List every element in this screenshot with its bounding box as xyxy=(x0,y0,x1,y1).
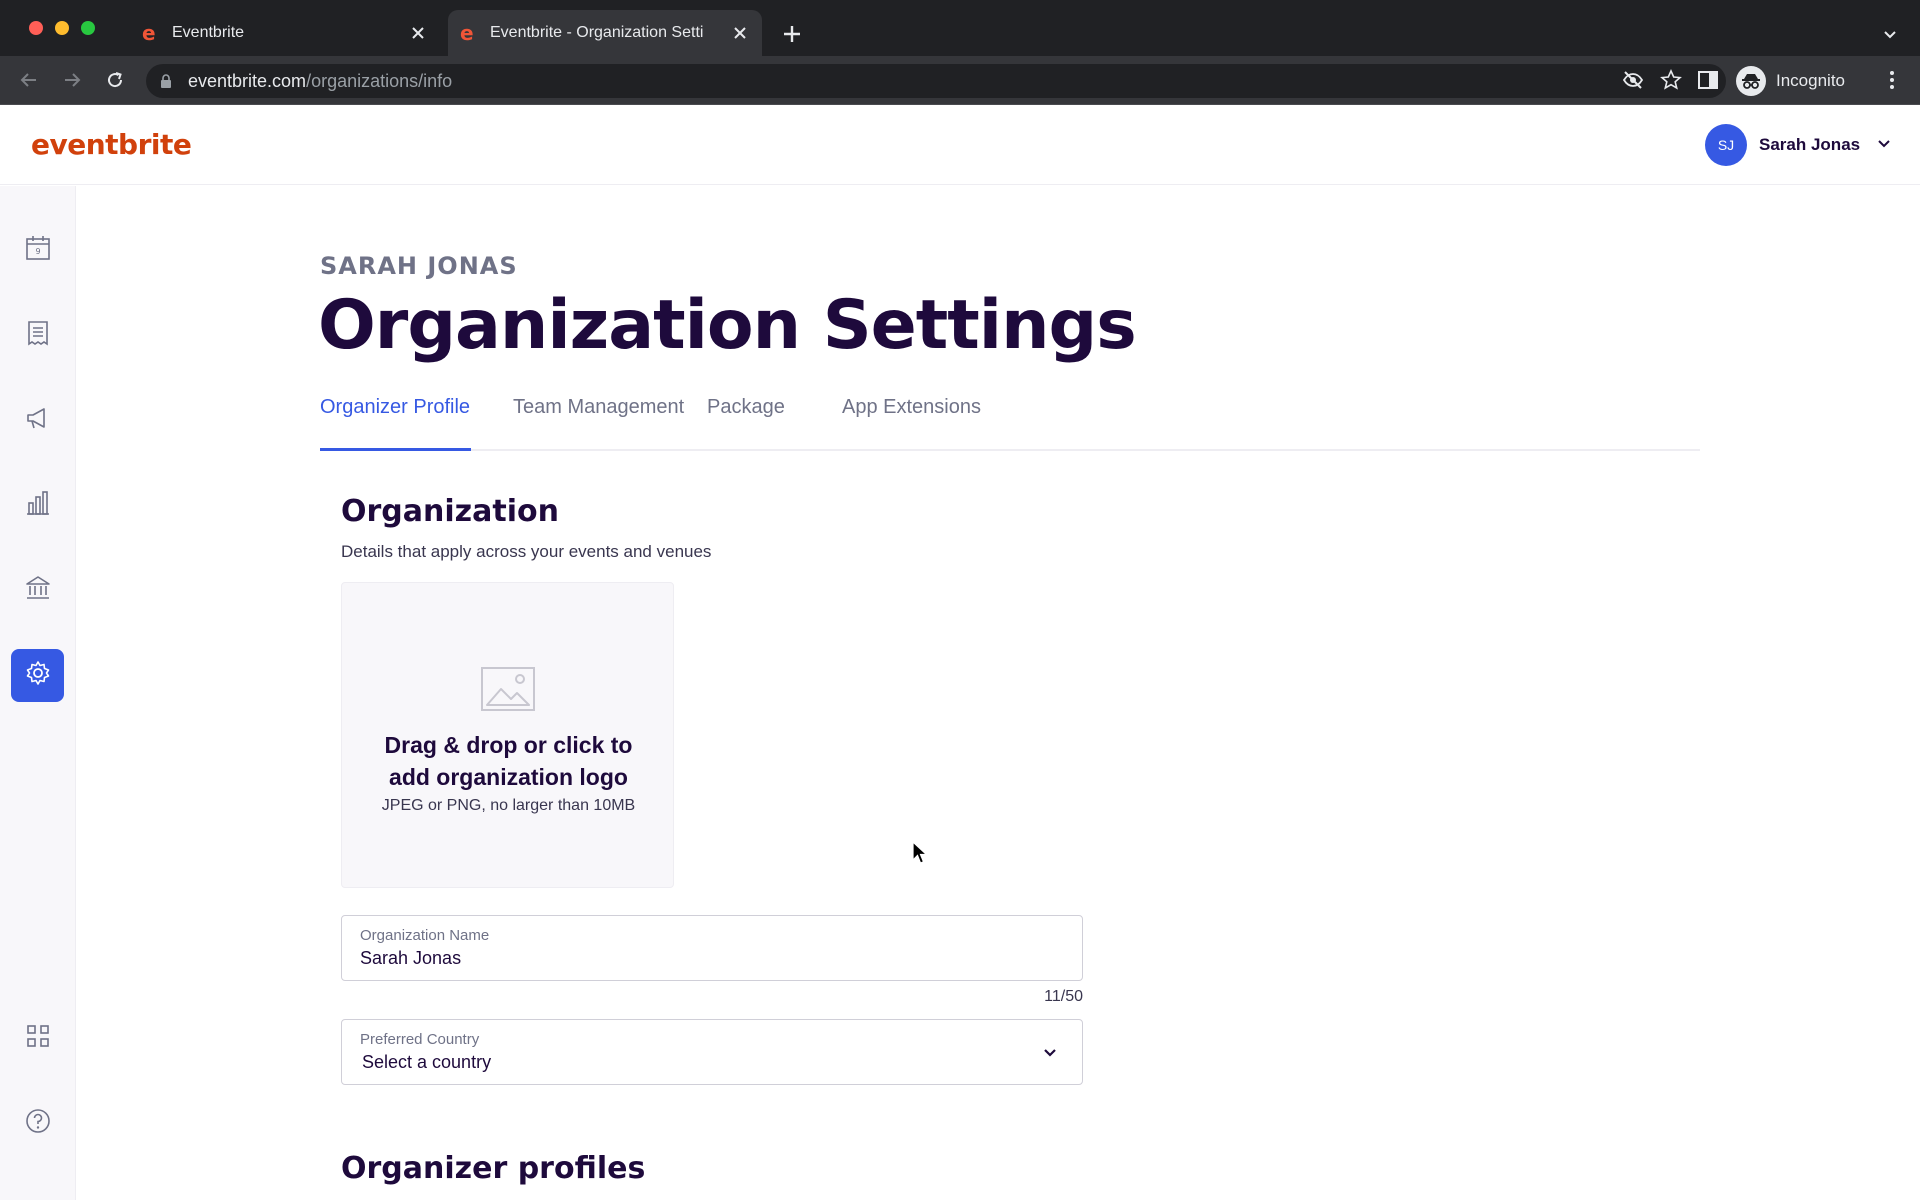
settings-tabs: Organizer Profile Team Management Packag… xyxy=(320,396,1700,451)
tab-search-chevron-icon[interactable] xyxy=(1878,22,1902,46)
character-counter: 11/50 xyxy=(1044,988,1083,1005)
incognito-profile-button[interactable]: Incognito xyxy=(1736,64,1845,98)
reports-bar-chart-icon xyxy=(24,489,52,522)
side-panel-icon[interactable] xyxy=(1696,68,1720,97)
sidebar-item-help[interactable] xyxy=(11,1097,64,1150)
window-minimize-button[interactable] xyxy=(55,21,69,35)
chevron-down-icon xyxy=(1876,135,1892,156)
tab-title: Eventbrite - Organization Setti xyxy=(490,24,704,41)
organization-name-label: Organization Name xyxy=(360,927,490,944)
organizer-profiles-title: Organizer profiles xyxy=(341,1151,646,1186)
browser-toolbar: eventbrite.com/organizations/info Incogn… xyxy=(0,56,1920,105)
bookmark-star-icon[interactable] xyxy=(1660,69,1682,96)
sidebar-item-finance[interactable] xyxy=(11,564,64,617)
eventbrite-favicon-icon: e xyxy=(140,23,160,43)
back-arrow-icon[interactable] xyxy=(15,66,43,94)
main-content: SARAH JONAS Organization Settings Organi… xyxy=(77,186,1920,1200)
orders-receipt-icon xyxy=(24,319,52,352)
tab-close-icon[interactable] xyxy=(728,21,752,45)
user-name: Sarah Jonas xyxy=(1759,135,1861,154)
window-close-button[interactable] xyxy=(29,21,43,35)
organization-section-title: Organization xyxy=(341,494,559,529)
image-placeholder-icon xyxy=(481,667,535,716)
preferred-country-select[interactable]: Preferred Country Select a country xyxy=(341,1019,1083,1085)
avatar: SJ xyxy=(1705,124,1747,166)
preferred-country-label: Preferred Country xyxy=(360,1031,480,1048)
new-tab-icon[interactable] xyxy=(780,22,804,46)
sidebar-item-events[interactable]: 9 xyxy=(11,224,64,277)
lock-icon xyxy=(160,73,176,89)
eventbrite-logo[interactable]: eventbrite xyxy=(31,128,192,161)
tab-team-management[interactable]: Team Management xyxy=(513,396,684,451)
organization-name-input[interactable]: Sarah Jonas xyxy=(360,948,461,969)
settings-gear-icon xyxy=(24,659,52,692)
incognito-icon xyxy=(1736,66,1766,96)
organization-section-description: Details that apply across your events an… xyxy=(341,542,712,561)
help-question-icon xyxy=(24,1107,52,1140)
user-menu[interactable]: SJ Sarah Jonas xyxy=(1705,122,1892,168)
preferred-country-value: Select a country xyxy=(362,1052,492,1072)
left-sidebar: 9 xyxy=(0,186,76,1200)
sidebar-item-orders[interactable] xyxy=(11,309,64,362)
marketing-megaphone-icon xyxy=(24,404,52,437)
window-zoom-button[interactable] xyxy=(81,21,95,35)
organization-name-field[interactable]: Organization Name Sarah Jonas xyxy=(341,915,1083,981)
url-text: eventbrite.com/organizations/info xyxy=(188,70,453,91)
svg-text:e: e xyxy=(460,23,474,43)
app-header: eventbrite SJ Sarah Jonas xyxy=(0,106,1920,185)
tab-title: Eventbrite xyxy=(172,24,245,41)
tab-app-extensions[interactable]: App Extensions xyxy=(842,396,981,451)
sidebar-item-settings[interactable] xyxy=(11,649,64,702)
forward-arrow-icon[interactable] xyxy=(58,66,86,94)
sidebar-item-reports[interactable] xyxy=(11,479,64,532)
logo-upload-title: Drag & drop or click to add organization… xyxy=(384,732,633,790)
mouse-cursor-icon xyxy=(912,840,929,870)
address-bar[interactable]: eventbrite.com/organizations/info xyxy=(146,64,1726,98)
svg-text:9: 9 xyxy=(35,247,40,256)
browser-tab-organization-settings[interactable]: e Eventbrite - Organization Setti xyxy=(448,10,762,56)
incognito-label: Incognito xyxy=(1776,71,1845,90)
tab-organizer-profile[interactable]: Organizer Profile xyxy=(320,396,471,451)
page-title: Organization Settings xyxy=(318,286,1137,365)
browser-tab-eventbrite[interactable]: e Eventbrite xyxy=(130,10,440,56)
sidebar-item-apps[interactable] xyxy=(11,1012,64,1065)
reload-icon[interactable] xyxy=(101,66,129,94)
logo-upload-hint: JPEG or PNG, no larger than 10MB xyxy=(381,797,636,814)
eventbrite-favicon-icon: e xyxy=(458,23,478,43)
svg-text:e: e xyxy=(142,23,156,43)
apps-grid-icon xyxy=(25,1023,51,1054)
browser-tab-bar: e Eventbrite e Eventbrite - Organization… xyxy=(0,0,1920,56)
tab-package[interactable]: Package xyxy=(707,396,785,451)
chevron-down-icon xyxy=(1042,1044,1058,1065)
finance-bank-icon xyxy=(24,574,52,607)
calendar-icon: 9 xyxy=(24,234,52,267)
logo-upload-dropzone[interactable]: Drag & drop or click to add organization… xyxy=(341,582,674,888)
organization-eyebrow: SARAH JONAS xyxy=(320,252,518,280)
browser-menu-kebab-icon[interactable] xyxy=(1880,68,1904,97)
tab-close-icon[interactable] xyxy=(406,21,430,45)
eye-off-icon[interactable] xyxy=(1622,69,1644,96)
sidebar-item-marketing[interactable] xyxy=(11,394,64,447)
